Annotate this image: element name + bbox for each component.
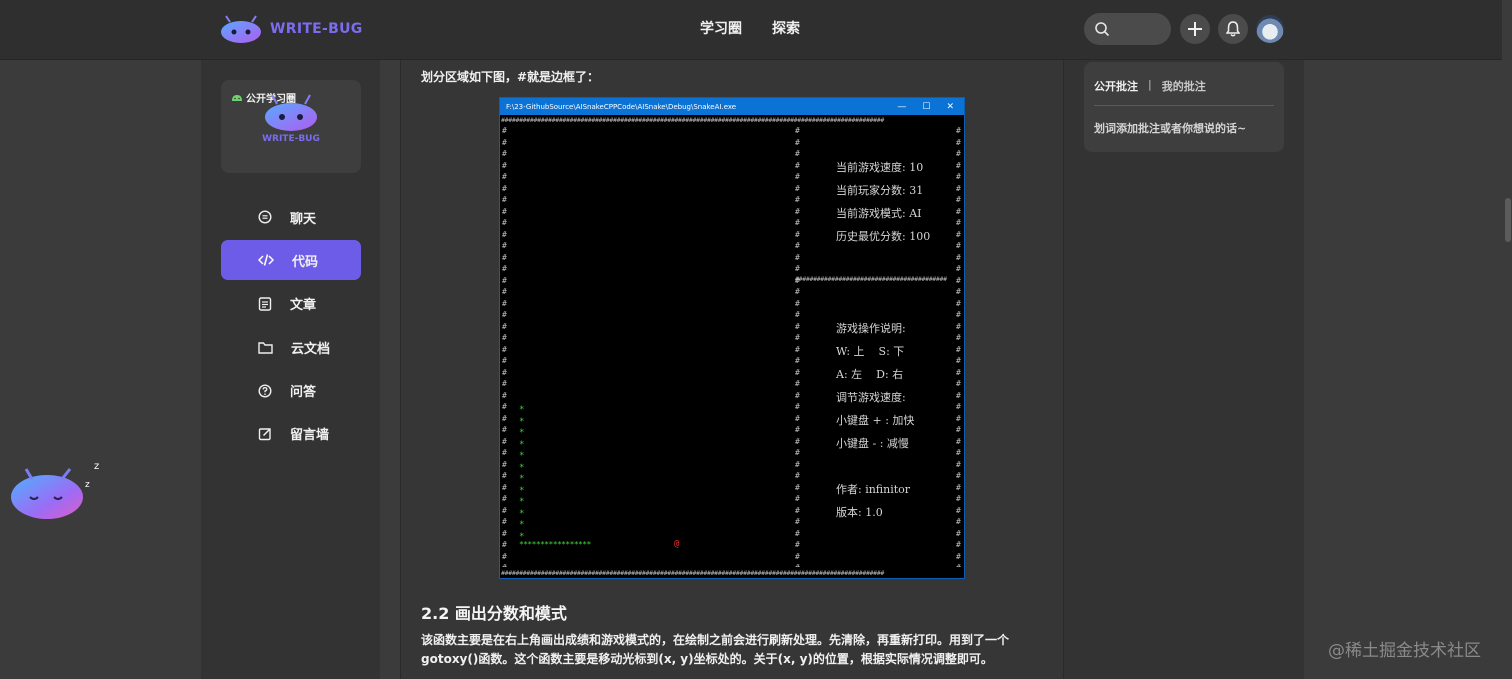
notifications-button[interactable] (1218, 14, 1248, 44)
info-speed-up: 小键盘 + : 加快 (836, 414, 915, 427)
snake-body-horizontal: ***************** (519, 540, 591, 549)
sidebar-item-label: 聊天 (290, 211, 317, 227)
edit-icon (258, 427, 272, 441)
info-speed-adjust: 调节游戏速度: (836, 391, 906, 404)
border-bottom: ########################################… (501, 569, 885, 577)
intro-text: 划分区域如下图，#就是边框了： (421, 70, 600, 84)
sidebar-item-message-wall[interactable]: 留言墙 (221, 414, 361, 454)
plus-icon (1188, 22, 1202, 36)
maximize-icon: ☐ (922, 101, 931, 112)
info-ad-keys: A: 左 D: 右 (836, 368, 904, 381)
mascot-logo-icon (220, 14, 262, 44)
nav-explore[interactable]: 探索 (772, 18, 800, 38)
border-divider: ########################################… (795, 275, 947, 283)
console-title: F:\23-GithubSource\AISnakeCPPCode\AISnak… (506, 102, 737, 111)
console-titlebar: F:\23-GithubSource\AISnakeCPPCode\AISnak… (500, 98, 964, 115)
nav-study-circle[interactable]: 学习圈 (700, 18, 742, 38)
info-instructions: 游戏操作说明: (836, 322, 906, 335)
question-icon (258, 384, 272, 398)
info-score: 当前玩家分数: 31 (836, 184, 924, 197)
search-icon (1095, 22, 1110, 37)
sidebar-item-qa[interactable]: 问答 (221, 371, 361, 411)
sidebar-item-articles[interactable]: 文章 (221, 284, 361, 324)
card-mascot-icon (265, 94, 317, 131)
tab-public-notes[interactable]: 公开批注 (1094, 78, 1138, 94)
info-ws-keys: W: 上 S: 下 (836, 345, 905, 358)
sidebar-item-label: 云文档 (291, 341, 331, 357)
sidebar-item-cloud-docs[interactable]: 云文档 (221, 327, 361, 367)
tab-my-notes[interactable]: 我的批注 (1162, 78, 1206, 94)
console-body: ########################################… (501, 115, 963, 578)
main-nav: 学习圈 探索 (700, 18, 800, 38)
notes-hint: 划词添加批注或者你想说的话~ (1094, 122, 1247, 135)
divider (1094, 105, 1274, 106)
avatar[interactable] (1256, 15, 1284, 43)
top-bar: WRITE-BUG 学习圈 探索 (0, 0, 1512, 60)
border-right: # # # # # # # # # # # # # # # # # # # # … (956, 126, 961, 567)
section-paragraph: 该函数主要是在右上角画出成绩和游戏模式的，在绘制之前会进行刷新处理。先清除，再重… (421, 633, 1010, 666)
info-mode: 当前游戏模式: AI (836, 207, 922, 220)
info-speed: 当前游戏速度: 10 (836, 161, 924, 174)
svg-text:z: z (85, 480, 90, 490)
sidebar-item-chat[interactable]: 聊天 (221, 197, 361, 237)
search-input[interactable] (1084, 13, 1171, 45)
annotations-panel: 公开批注 | 我的批注 划词添加批注或者你想说的话~ (1064, 60, 1304, 679)
brand-name: WRITE-BUG (270, 21, 363, 37)
code-icon (258, 254, 274, 267)
chat-icon (258, 210, 272, 224)
watermark: @稀土掘金技术社区 (1328, 641, 1481, 661)
card-brand: WRITE-BUG (262, 134, 320, 144)
food-icon: @ (674, 539, 680, 549)
tab-separator: | (1148, 78, 1152, 91)
border-middle: # # # # # # # # # # # # # # # # # # # # … (795, 126, 800, 567)
svg-text:z: z (94, 461, 99, 472)
sidebar-menu: 聊天 代码 文章 云文档 问答 留言墙 (221, 197, 361, 457)
android-icon (232, 95, 242, 101)
snake-body-vertical: * * * * * * * * * * * * (519, 405, 525, 542)
sidebar-item-label: 留言墙 (290, 428, 330, 444)
notes-tabs: 公开批注 | 我的批注 (1094, 78, 1206, 94)
study-circle-card[interactable]: 公开学习圈 WRITE-BUG (221, 80, 361, 173)
sidebar-item-label: 文章 (290, 298, 317, 314)
info-best: 历史最优分数: 100 (836, 230, 931, 243)
notes-card: 公开批注 | 我的批注 划词添加批注或者你想说的话~ (1084, 62, 1284, 152)
create-button[interactable] (1180, 14, 1210, 44)
info-speed-down: 小键盘 - : 减慢 (836, 437, 909, 450)
border-top: ########################################… (501, 116, 885, 124)
floating-mascot-icon[interactable]: z z (10, 455, 105, 525)
bell-icon (1226, 21, 1240, 37)
sidebar-item-code[interactable]: 代码 (221, 240, 361, 281)
sidebar-item-label: 代码 (292, 254, 319, 270)
brand-logo[interactable]: WRITE-BUG (220, 12, 363, 46)
sidebar: 公开学习圈 WRITE-BUG 聊天 代码 文章 云文档 问答 留言墙 (201, 60, 380, 679)
close-icon: ✕ (946, 101, 954, 112)
console-screenshot: F:\23-GithubSource\AISnakeCPPCode\AISnak… (499, 97, 965, 579)
article-icon (258, 297, 272, 311)
scrollbar-thumb[interactable] (1505, 198, 1511, 242)
page-scrollbar[interactable] (1502, 0, 1512, 679)
folder-icon (258, 341, 273, 354)
sidebar-item-label: 问答 (290, 385, 317, 401)
section-heading: 2.2 画出分数和模式 (421, 604, 567, 623)
info-author: 作者: infinitor (836, 483, 911, 496)
border-left: # # # # # # # # # # # # # # # # # # # # … (502, 126, 507, 567)
minimize-icon: — (897, 101, 907, 112)
info-version: 版本: 1.0 (836, 506, 883, 519)
